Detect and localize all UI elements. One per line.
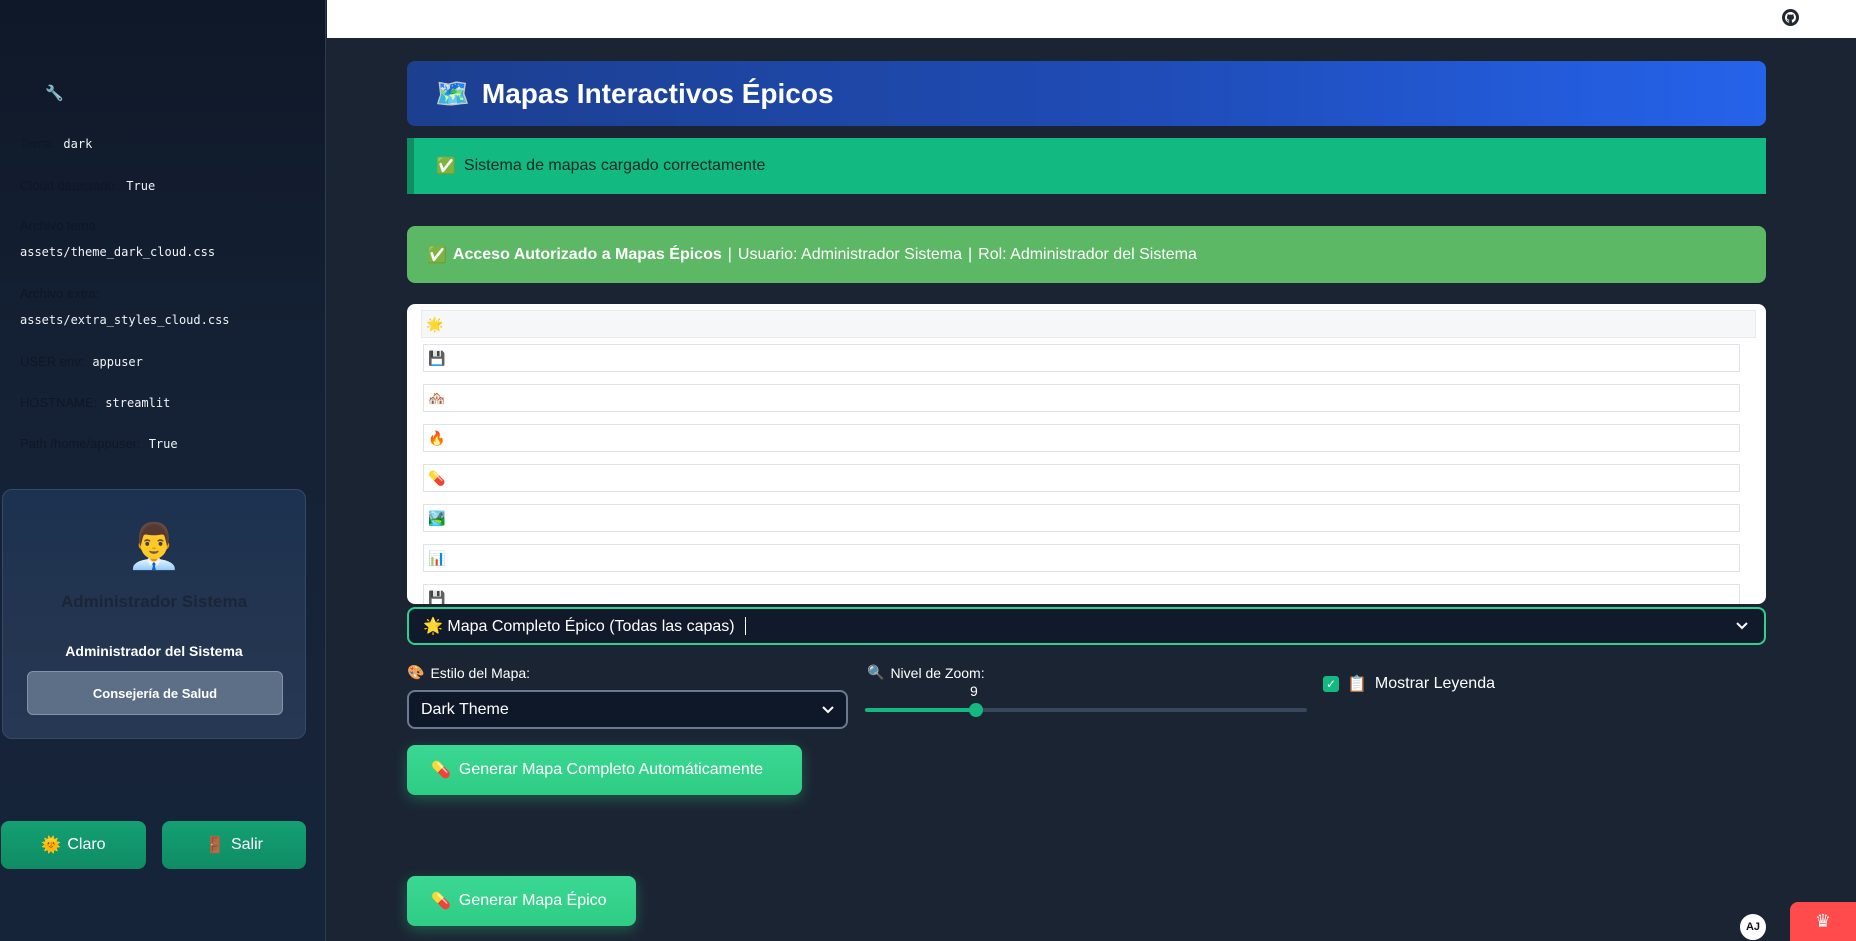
generate-full-map-label: Generar Mapa Completo Automáticamente (458, 761, 764, 778)
option-item[interactable]: 📊 (423, 544, 1740, 572)
text-cursor (744, 617, 746, 635)
style-label: 🎨 Estilo del Mapa: (407, 664, 531, 681)
debug-line-theme-file-value: assets/theme_dark_cloud.css (20, 245, 216, 259)
option-item[interactable]: 💊 (423, 464, 1740, 492)
logout-button[interactable]: 🚪 Salir (162, 821, 306, 869)
option-item[interactable]: 🔥 (423, 424, 1740, 452)
top-bar (327, 0, 1856, 38)
separator: | (967, 245, 973, 263)
pill-icon: 💊 (431, 893, 451, 910)
check-icon: ✅ (427, 246, 447, 264)
map-icon: 🗺️ (435, 78, 470, 109)
chevron-down-icon[interactable] (1736, 617, 1748, 633)
sun-icon: 🌞 (41, 837, 62, 854)
user-avatar-icon: 👨‍💼 (126, 522, 182, 571)
debug-line-extra-file-key: Archivo extra: (20, 286, 100, 301)
access-role: Rol: Administrador del Sistema (978, 245, 1197, 263)
show-legend-label: Mostrar Leyenda (1374, 675, 1495, 692)
option-item[interactable]: 🏞️ (423, 504, 1740, 532)
access-user: Usuario: Administrador Sistema (737, 245, 962, 263)
main-content: 🗺️ Mapas Interactivos Épicos ✅ Sistema d… (327, 38, 1856, 941)
debug-line-user: USER env: appuser (20, 354, 143, 369)
check-icon: ✅ (436, 158, 456, 175)
option-item[interactable]: 🌟 (421, 310, 1756, 338)
map-type-options-list: 🌟 💾 🏘️ 🔥 💊 🏞️ 📊 💾 (407, 304, 1766, 604)
access-title: Acceso Autorizado a Mapas Épicos (452, 245, 722, 263)
pill-icon: 💊 (431, 762, 451, 779)
zoom-slider-thumb[interactable] (968, 703, 983, 717)
map-style-value: Dark Theme (421, 700, 509, 718)
zoom-value: 9 (970, 683, 978, 699)
zoom-slider[interactable] (865, 703, 1307, 717)
user-avatar-button[interactable]: AJ (1738, 912, 1768, 941)
wrench-icon: 🔧 (45, 85, 64, 102)
checkbox-checked-icon[interactable]: ✓ (1323, 676, 1339, 692)
sidebar: 🔧 Tema: dark Cloud detectado: True Archivo… (0, 0, 326, 941)
chevron-down-icon[interactable] (822, 701, 834, 717)
zoom-label: 🔍 Nivel de Zoom: (867, 664, 985, 681)
zoom-slider-fill (865, 708, 976, 712)
selected-value: 🌟 Mapa Completo Épico (Todas las capas) (423, 618, 735, 635)
light-theme-label: Claro (67, 836, 106, 853)
map-style-select[interactable]: Dark Theme (407, 690, 848, 729)
generate-full-map-button[interactable]: 💊 Generar Mapa Completo Automáticamente (407, 745, 802, 795)
debug-line-hostname: HOSTNAME: streamlit (20, 395, 171, 410)
separator: | (727, 245, 732, 263)
option-item[interactable]: 🏘️ (423, 384, 1740, 412)
logout-label: Salir (230, 836, 263, 853)
user-card: 👨‍💼 Administrador Sistema Administrador … (2, 489, 306, 739)
door-icon: 🚪 (205, 837, 225, 854)
light-theme-button[interactable]: 🌞 Claro (1, 821, 146, 869)
palette-icon: 🎨 (407, 664, 425, 680)
generate-epic-map-button[interactable]: 💊 Generar Mapa Épico (407, 876, 636, 926)
option-item[interactable]: 💾 (423, 584, 1740, 604)
generate-epic-map-label: Generar Mapa Épico (458, 892, 607, 909)
magnifier-icon: 🔍 (867, 664, 885, 680)
debug-line-theme: Tema: dark (20, 136, 93, 151)
crown-icon[interactable]: ♛ (1790, 902, 1856, 941)
debug-line-theme-file-key: Archivo tema: (20, 218, 100, 233)
debug-line-cloud: Cloud detectado: True (20, 178, 156, 193)
debug-line-extra-file-value: assets/extra_styles_cloud.css (20, 313, 230, 327)
success-alert: ✅ Sistema de mapas cargado correctamente (407, 138, 1766, 194)
user-role: Administrador del Sistema (65, 643, 243, 659)
page-header: 🗺️ Mapas Interactivos Épicos (407, 61, 1766, 126)
access-banner: ✅ Acceso Autorizado a Mapas Épicos | Usu… (407, 226, 1766, 283)
map-type-select[interactable]: 🌟 Mapa Completo Épico (Todas las capas) (407, 607, 1766, 645)
page-title: Mapas Interactivos Épicos (481, 77, 834, 109)
clipboard-icon: 📋 (1347, 676, 1367, 693)
user-name: Administrador Sistema (60, 592, 248, 611)
github-icon[interactable] (1782, 9, 1799, 26)
debug-line-path: Path /home/appuser: True (20, 436, 178, 451)
show-legend-checkbox[interactable]: ✓ 📋 Mostrar Leyenda (1323, 674, 1495, 694)
department-button[interactable]: Consejería de Salud (27, 671, 283, 715)
option-item[interactable]: 💾 (423, 344, 1740, 372)
success-message: Sistema de mapas cargado correctamente (463, 157, 766, 174)
